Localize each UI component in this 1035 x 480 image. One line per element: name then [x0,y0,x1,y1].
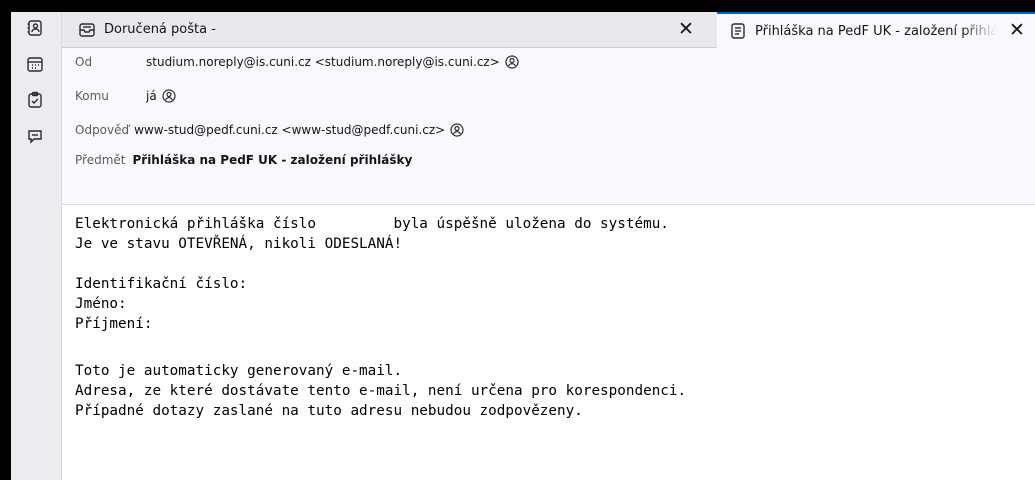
message-icon [729,22,747,40]
close-icon[interactable]: ✕ [1007,19,1027,41]
reply-to-row: Odpověď www-stud@pedf.cuni.cz <www-stud@… [75,120,464,140]
calendar-icon [27,57,43,72]
message-body: Elektronická přihláška číslo byla úspěšn… [62,205,1035,480]
inbox-icon [78,21,96,39]
body-line: Elektronická přihláška číslo byla úspěšn… [75,216,669,232]
subject-label: Předmět [75,153,126,167]
from-row: Od studium.noreply@is.cuni.cz <studium.n… [75,52,519,72]
message-header: Od studium.noreply@is.cuni.cz <studium.n… [62,48,1035,205]
add-contact-icon[interactable] [505,55,519,69]
tab-bar: Doručená pošta - ✕ Přihláška na PedF UK … [62,12,1035,48]
address-book-icon [27,20,42,36]
chat-button[interactable] [24,125,46,147]
subject-value: Přihláška na PedF UK - založení přihlášk… [132,153,413,167]
reply-to-value[interactable]: www-stud@pedf.cuni.cz <www-stud@pedf.cun… [134,123,445,137]
mail-window: Doručená pošta - ✕ Přihláška na PedF UK … [11,12,1035,480]
body-line: Je ve stavu OTEVŘENÁ, nikoli ODESLANÁ! [75,236,403,252]
tab-inbox-label: Doručená pošta - [104,22,216,37]
tasks-button[interactable] [24,89,46,111]
chat-icon [28,130,42,144]
to-row: Komu já [75,86,176,106]
tab-inbox[interactable]: Doručená pošta - ✕ [62,12,717,47]
body-line: Případné dotazy zaslané na tuto adresu n… [75,403,583,419]
calendar-button[interactable] [24,53,46,75]
add-contact-icon[interactable] [162,89,176,103]
to-value[interactable]: já [146,89,157,103]
close-icon[interactable]: ✕ [676,18,696,40]
tab-message-label: Přihláška na PedF UK - založení přihlášk… [755,23,997,39]
body-line: Jméno: [75,296,127,312]
body-line: Příjmení: [75,316,153,332]
body-line: Adresa, ze které dostávate tento e-mail,… [75,383,687,399]
tab-message[interactable]: Přihláška na PedF UK - založení přihlášk… [717,12,1035,48]
subject-row: Předmět Přihláška na PedF UK - založení … [75,150,412,170]
body-line: Toto je automaticky generovaný e-mail. [75,363,403,379]
from-label: Od [75,55,93,69]
from-value[interactable]: studium.noreply@is.cuni.cz <studium.nore… [146,55,500,69]
body-line: Identifikační číslo: [75,276,248,292]
add-contact-icon[interactable] [450,123,464,137]
reply-to-label: Odpověď [75,123,130,137]
tasks-icon [28,91,42,108]
to-label: Komu [75,89,109,103]
spaces-toolbar [11,12,62,480]
address-book-button[interactable] [24,17,46,39]
